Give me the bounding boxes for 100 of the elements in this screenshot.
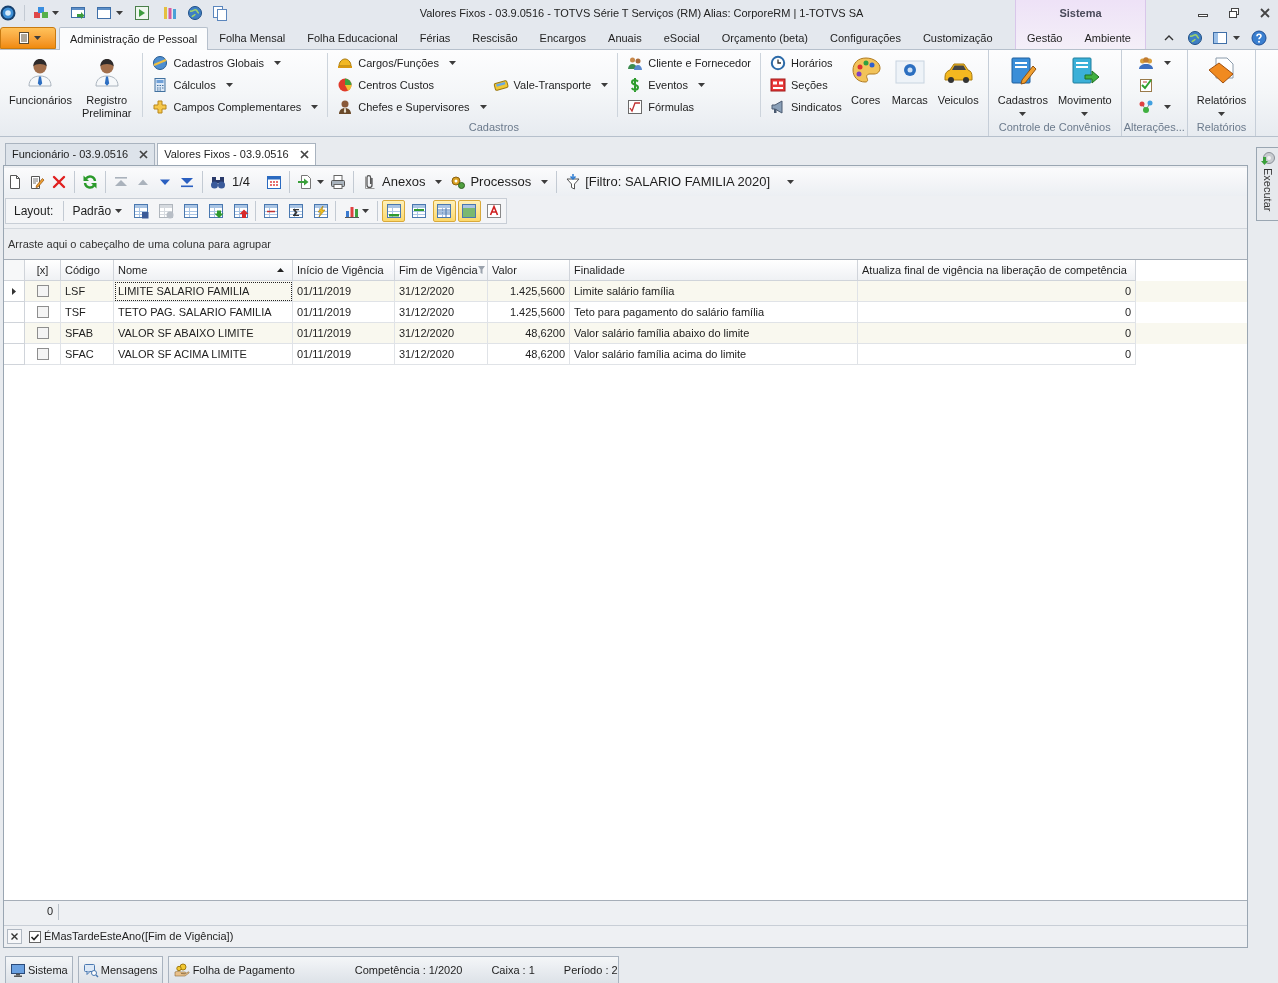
ribbon-button[interactable]: Sindicatos — [766, 96, 845, 118]
column-header[interactable]: Início de Vigência — [293, 260, 395, 281]
row-indicator[interactable] — [4, 281, 25, 302]
caret-icon — [787, 180, 795, 184]
column-header[interactable]: Nome — [114, 260, 293, 281]
menu-button[interactable]: Anexos — [358, 171, 447, 193]
column-header[interactable]: Código — [61, 260, 114, 281]
column-header[interactable]: Finalidade — [570, 260, 858, 281]
checkbox[interactable] — [36, 285, 49, 297]
plus-icon — [152, 99, 169, 115]
app-orb-icon[interactable] — [0, 5, 16, 21]
group-label: Alterações... — [1122, 120, 1186, 135]
checkbox[interactable] — [29, 930, 41, 943]
ribbon-tab[interactable]: Folha Mensal — [208, 27, 297, 49]
ribbon-button[interactable]: Centros Custos — [334, 74, 490, 96]
view-toggle-button[interactable] — [457, 200, 481, 222]
close-icon[interactable] — [139, 150, 149, 159]
table-cell: SFAC — [61, 344, 114, 365]
view-toggle-button[interactable] — [432, 200, 456, 222]
menu-button[interactable]: Processos — [446, 171, 553, 193]
ribbon-tab[interactable]: Ambiente — [1073, 27, 1142, 49]
checkbox[interactable] — [36, 306, 49, 318]
checkbox[interactable] — [36, 348, 49, 360]
filter-icon — [477, 266, 485, 274]
ribbon-tab[interactable]: Rescisão — [461, 27, 529, 49]
globe-icon[interactable] — [1187, 29, 1203, 46]
people-icon — [1137, 55, 1154, 71]
ribbon-tab[interactable]: Orçamento (beta) — [710, 27, 819, 49]
filter-menu-button[interactable]: [Filtro: SALARIO FAMILIA 2020] — [561, 171, 799, 193]
megaphone-icon — [769, 99, 786, 115]
ribbon-tab[interactable]: eSocial — [652, 27, 711, 49]
document-tab[interactable]: Funcionário - 03.9.0516 — [5, 143, 156, 165]
ribbon-button[interactable]: Cadastros — [992, 52, 1053, 118]
help-icon[interactable] — [1251, 29, 1267, 46]
ribbon-tab[interactable]: Encargos — [528, 27, 598, 49]
close-icon[interactable] — [1259, 7, 1271, 19]
ribbon-button[interactable]: Cliente e Fornecedor — [624, 52, 754, 74]
ribbon-button[interactable]: Cargos/Funções — [334, 52, 490, 74]
copy-icon[interactable] — [212, 5, 228, 21]
collapse-icon[interactable] — [1164, 34, 1174, 41]
table-minus-icon — [157, 203, 174, 219]
side-tab[interactable]: Executar — [1256, 147, 1278, 221]
ribbon-button[interactable]: Seções — [766, 74, 845, 96]
ribbon-tab[interactable]: Administração de Pessoal — [59, 27, 209, 50]
hard-hat-icon — [337, 55, 354, 71]
document-tab[interactable]: Valores Fixos - 03.9.0516 — [157, 143, 316, 165]
status-button[interactable]: Sistema — [5, 956, 73, 983]
ribbon-button[interactable]: Marcas — [886, 52, 933, 109]
ribbon-tab[interactable]: Folha Educacional — [296, 27, 409, 49]
ribbon-button[interactable]: Cadastros Globais — [149, 52, 322, 74]
ribbon-button[interactable]: Horários — [766, 52, 845, 74]
ribbon-button[interactable]: Vale-Transporte — [489, 74, 612, 96]
checkbox[interactable] — [36, 327, 49, 339]
close-icon[interactable] — [299, 150, 309, 159]
edit-icon — [29, 174, 45, 190]
globe-icon[interactable] — [187, 5, 203, 21]
ribbon-button[interactable]: Registro Preliminar — [77, 52, 137, 122]
clear-filter-button[interactable] — [7, 929, 22, 944]
ribbon-tab[interactable]: Férias — [408, 27, 462, 49]
group-panel-hint: Arraste aqui o cabeçalho de uma coluna para agrupar — [8, 236, 271, 252]
ribbon-button[interactable]: Fórmulas — [624, 96, 754, 118]
cubes-icon[interactable] — [33, 5, 49, 21]
ribbon-tab[interactable]: Anuais — [597, 27, 653, 49]
column-header[interactable]: [x] — [25, 260, 61, 281]
binoculars-icon — [210, 174, 226, 190]
column-header[interactable]: Atualiza final de vigência na liberação de competência — [858, 260, 1136, 281]
ribbon-tab[interactable]: Gestão — [1016, 27, 1074, 49]
ribbon-button[interactable]: Funcionários — [4, 52, 77, 109]
caret-icon — [274, 61, 281, 65]
ribbon-tab[interactable]: Configurações — [818, 27, 912, 49]
column-header[interactable]: Valor — [488, 260, 570, 281]
ribbon-button[interactable]: Relatórios — [1191, 52, 1252, 118]
paint-strips-icon[interactable] — [162, 5, 178, 21]
layout-menu[interactable]: Padrão — [66, 200, 129, 222]
caret-icon — [1163, 105, 1171, 109]
formula-icon — [627, 99, 644, 115]
ribbon-button[interactable]: Eventos — [624, 74, 754, 96]
table-down-icon — [207, 203, 224, 219]
window-icon[interactable] — [96, 5, 112, 21]
close-icon — [11, 933, 18, 940]
ribbon-button[interactable]: Campos Complementares — [149, 96, 322, 118]
ribbon-tab[interactable]: Customização — [911, 27, 1004, 49]
ribbon-button[interactable]: Chefes e Supervisores — [334, 96, 490, 118]
globe-icon — [152, 55, 169, 71]
file-menu-button[interactable] — [0, 27, 56, 49]
status-field: Período : 2 — [563, 961, 618, 979]
play-panel-icon[interactable] — [134, 5, 150, 21]
checklist-icon — [1137, 77, 1154, 93]
ribbon-button[interactable]: Movimento — [1052, 52, 1117, 118]
status-button[interactable]: Mensagens — [77, 956, 163, 983]
table-cell: 48,6200 — [488, 344, 570, 365]
people-icon — [627, 55, 644, 71]
view-toggle-button[interactable] — [382, 200, 406, 222]
restore-icon[interactable] — [1228, 7, 1240, 19]
ribbon-button[interactable]: Cores — [844, 52, 887, 109]
ribbon-button[interactable]: Cálculos — [149, 74, 322, 96]
ribbon-button[interactable]: Veiculos — [932, 52, 984, 109]
column-header[interactable]: Fim de Vigência — [395, 260, 488, 281]
status-field: Caixa : 1 — [491, 961, 535, 979]
layout-icon[interactable] — [1212, 29, 1228, 46]
